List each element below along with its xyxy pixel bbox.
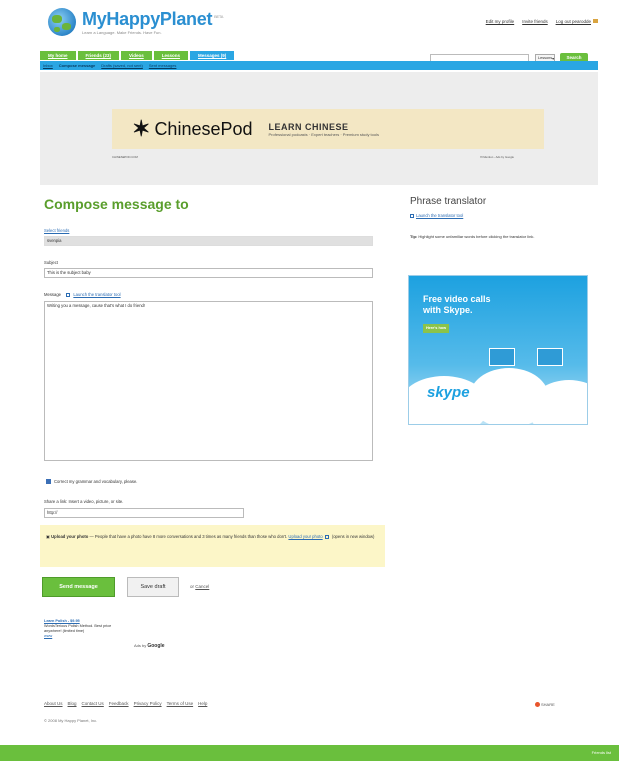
laptop-icon <box>537 348 563 366</box>
footer-about[interactable]: About Us <box>44 701 63 706</box>
ad-small-left: CHINESEPOD.COM <box>112 155 138 159</box>
ad-brand: ChinesePod <box>154 118 253 139</box>
upload-photo-link[interactable]: Upload your photo <box>288 534 322 539</box>
subject-label: Subject <box>44 260 58 265</box>
bottom-toolbar: Friends list <box>0 745 619 761</box>
inbox-icon <box>593 19 598 23</box>
send-message-button[interactable]: Send message <box>42 577 115 597</box>
globe-icon <box>48 8 76 36</box>
chinesepod-ad[interactable]: ✶ ChinesePod LEARN CHINESE Professional … <box>112 109 544 149</box>
footer-terms[interactable]: Terms of Use <box>167 701 194 706</box>
copyright: © 2008 My Happy Planet, Inc. <box>44 718 98 723</box>
translator-link[interactable]: Launch the translator tool <box>73 292 120 297</box>
brand-name: MyHappyPlanet BETA <box>82 9 224 29</box>
ad-area: ✶ ChinesePod LEARN CHINESE Professional … <box>40 72 598 185</box>
new-window-icon <box>324 534 329 539</box>
sidebar-tip: Tip: Highlight some unfamiliar words bef… <box>410 234 535 239</box>
share-label: Share a link: Insert a video, picture, o… <box>44 499 124 504</box>
photo-icon: ▣ <box>46 534 50 539</box>
to-field[interactable]: svenpia <box>44 236 373 246</box>
friends-list-button[interactable]: Friends list <box>592 750 611 755</box>
tab-friends[interactable]: Friends (23) <box>77 51 120 60</box>
share-link-field[interactable]: http:// <box>44 508 244 518</box>
message-textarea[interactable]: Writing you a message, cause that's what… <box>44 301 373 461</box>
correct-label: Correct my grammar and vocabulary, pleas… <box>54 479 138 484</box>
message-label-row: Message Launch the translator tool <box>44 292 121 297</box>
chevron-down-icon: ▾ <box>552 57 555 61</box>
footer-links: About Us Blog Contact Us Feedback Privac… <box>44 701 207 706</box>
page-title: Compose message to <box>44 196 189 212</box>
footer-help[interactable]: Help <box>198 701 207 706</box>
subject-field[interactable]: This is the subject baby <box>44 268 373 278</box>
logo[interactable]: MyHappyPlanet BETA Learn a Language. Make… <box>48 8 223 36</box>
select-friends-link[interactable]: Select friends <box>44 228 69 233</box>
skype-how-button[interactable]: Here's how <box>423 324 449 333</box>
translator-icon <box>410 213 414 218</box>
tab-my-home[interactable]: My home <box>40 51 76 60</box>
ad-sub: Professional podcasts · Expert teachers … <box>268 131 380 137</box>
ad-small-right: I'll Mention - Ads by Google <box>480 155 514 159</box>
cancel-row: or Cancel <box>190 584 210 589</box>
sub-nav: Inbox Compose message Drafts (saved, not… <box>40 61 598 70</box>
subnav-drafts[interactable]: Drafts (saved, not sent) <box>101 63 143 68</box>
footer-blog[interactable]: Blog <box>68 701 77 706</box>
ads-by-google[interactable]: Ads by Google <box>134 643 165 649</box>
invite-friends-link[interactable]: Invite friends <box>522 19 548 24</box>
skype-headline: Free video calls with Skype. <box>423 294 491 315</box>
translator-icon <box>66 292 71 297</box>
laptop-icon <box>489 348 515 366</box>
tab-videos[interactable]: Videos <box>121 51 152 60</box>
footer-feedback[interactable]: Feedback <box>109 701 129 706</box>
skype-logo: skype <box>423 384 474 401</box>
page: MyHappyPlanet BETA Learn a Language. Make… <box>30 0 598 745</box>
sidebar-title: Phrase translator <box>410 196 487 207</box>
subnav-sent[interactable]: Sent messages <box>149 63 177 68</box>
tab-messages[interactable]: Messages (9) <box>189 51 235 60</box>
save-draft-button[interactable]: Save draft <box>127 577 179 597</box>
gad-url[interactable]: www <box>44 634 204 639</box>
skype-ad[interactable]: Free video calls with Skype. Here's how s… <box>408 275 588 425</box>
footer-contact[interactable]: Contact Us <box>82 701 104 706</box>
beta-badge: BETA <box>214 14 224 19</box>
subnav-inbox[interactable]: Inbox <box>43 63 53 68</box>
cancel-link[interactable]: Cancel <box>195 584 209 589</box>
footer-privacy[interactable]: Privacy Policy <box>134 701 162 706</box>
share-icon <box>535 702 540 708</box>
logout-link[interactable]: Log out pearodde <box>556 19 598 24</box>
sidebar-translator-link[interactable]: Launch the translator tool <box>410 213 463 218</box>
tab-lessons[interactable]: Lessons <box>153 51 188 60</box>
ad-headline: LEARN CHINESE <box>268 121 349 132</box>
edit-profile-link[interactable]: Edit my profile <box>486 19 515 24</box>
chinesepod-logo-icon: ✶ <box>132 116 151 141</box>
top-links: Edit my profile Invite friends Log out p… <box>486 19 598 24</box>
upload-photo-notice: ▣ Upload your photo — People that have a… <box>40 525 385 567</box>
share-button[interactable]: SHARE <box>535 702 555 708</box>
tagline: Learn a Language. Make Friends. Have Fun… <box>82 30 162 35</box>
google-ad: Learn Polish - $9.95 WordsTerious Polish… <box>44 619 204 649</box>
correct-checkbox[interactable] <box>46 479 51 484</box>
subnav-compose[interactable]: Compose message <box>59 63 95 68</box>
